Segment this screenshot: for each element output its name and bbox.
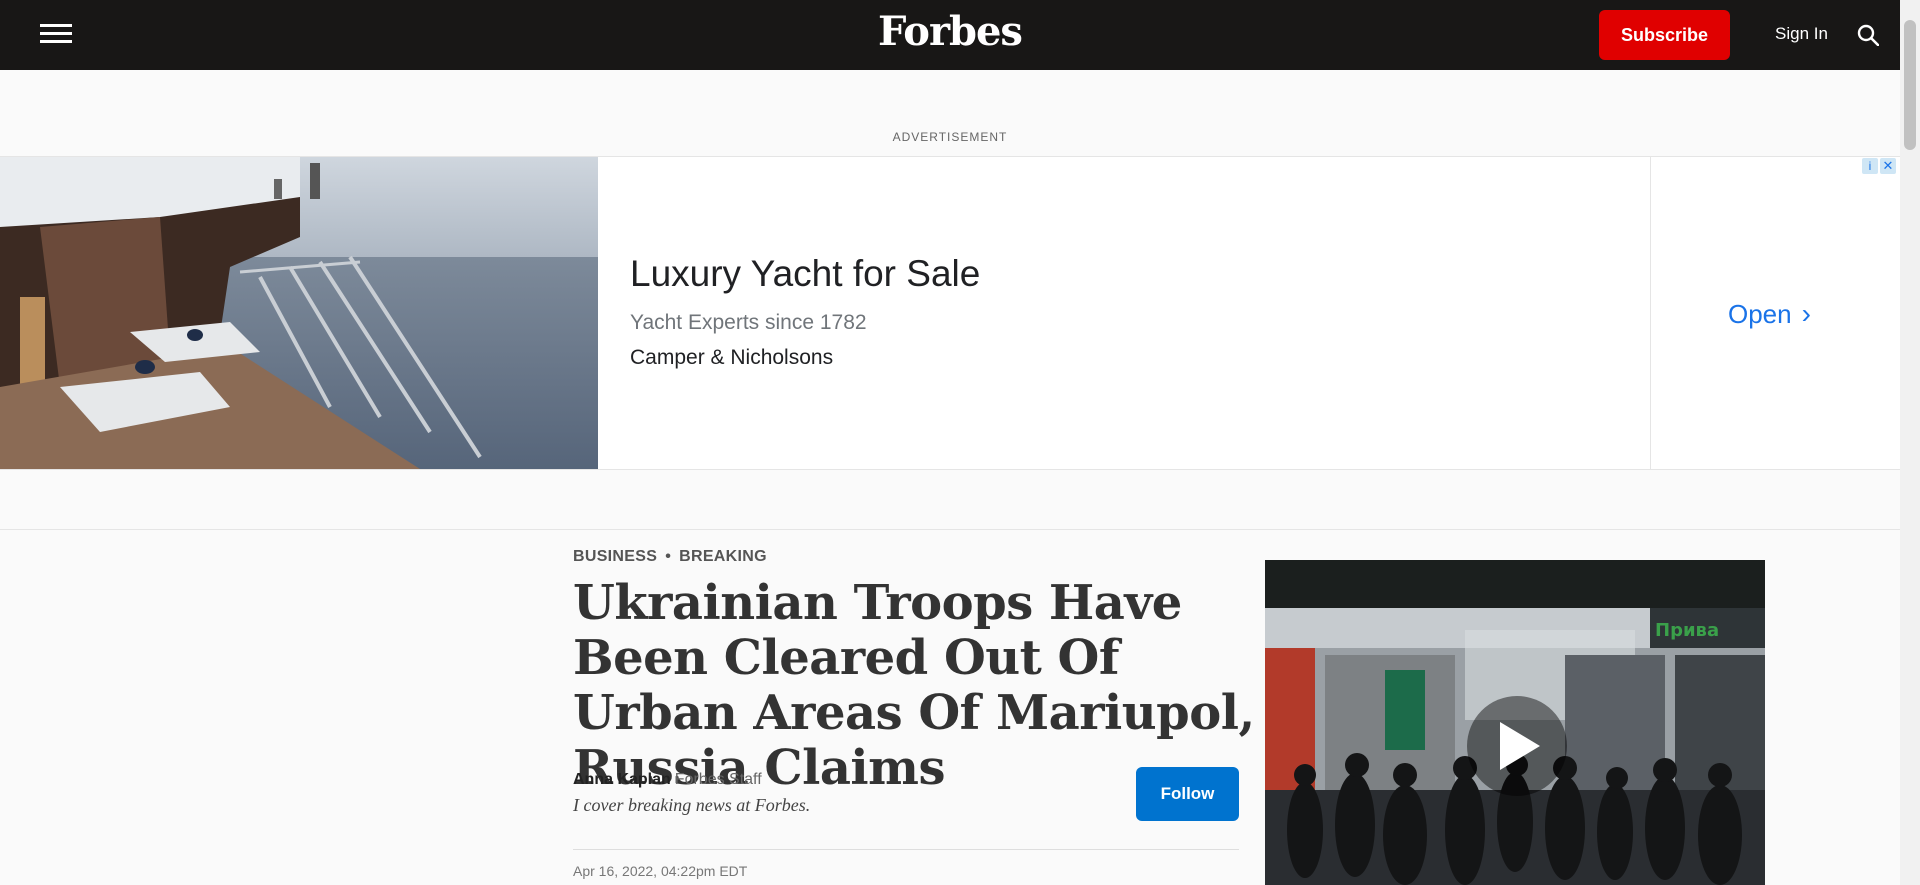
ad-open-label: Open <box>1728 299 1792 329</box>
hamburger-menu-icon[interactable] <box>40 22 72 46</box>
breadcrumb-business[interactable]: BUSINESS <box>573 548 657 565</box>
advertisement-banner[interactable]: Luxury Yacht for Sale Yacht Experts sinc… <box>0 156 1900 470</box>
sign-in-link[interactable]: Sign In <box>1775 24 1828 44</box>
video-player[interactable]: Прива <box>1265 560 1765 885</box>
author-name[interactable]: Anna Kaplan <box>573 771 671 788</box>
follow-button[interactable]: Follow <box>1136 767 1239 821</box>
author-byline: Anna Kaplan Forbes Staff <box>573 771 762 789</box>
breadcrumb-breaking[interactable]: BREAKING <box>679 548 767 565</box>
video-sign-text: Прива <box>1655 620 1719 641</box>
ad-divider <box>1650 157 1651 469</box>
play-icon[interactable] <box>1467 696 1567 796</box>
search-icon[interactable] <box>1857 24 1879 46</box>
chevron-right-icon: › <box>1801 298 1811 329</box>
breadcrumb: BUSINESS • BREAKING <box>573 548 767 566</box>
ad-subtitle: Yacht Experts since 1782 <box>630 311 867 334</box>
advertisement-label: ADVERTISEMENT <box>892 130 1008 144</box>
ad-open-link[interactable]: Open › <box>1728 298 1811 330</box>
byline-divider <box>573 849 1239 850</box>
breadcrumb-separator: • <box>665 548 672 565</box>
section-divider <box>0 529 1900 530</box>
ad-info-icon[interactable]: i <box>1862 158 1878 174</box>
yacht-ad-image[interactable] <box>0 157 598 469</box>
ad-advertiser-name[interactable]: Camper & Nicholsons <box>630 346 833 370</box>
publish-date: Apr 16, 2022, 04:22pm EDT <box>573 863 748 879</box>
ad-headline[interactable]: Luxury Yacht for Sale <box>630 253 980 295</box>
author-bio: I cover breaking news at Forbes. <box>573 795 811 815</box>
author-role: Forbes Staff <box>674 771 762 788</box>
ad-close-icon[interactable]: ✕ <box>1880 158 1896 174</box>
top-navigation-bar: Forbes Subscribe Sign In <box>0 0 1900 70</box>
article-headline: Ukrainian Troops Have Been Cleared Out O… <box>573 575 1255 796</box>
scrollbar-thumb[interactable] <box>1904 20 1916 150</box>
subscribe-button[interactable]: Subscribe <box>1599 10 1730 60</box>
